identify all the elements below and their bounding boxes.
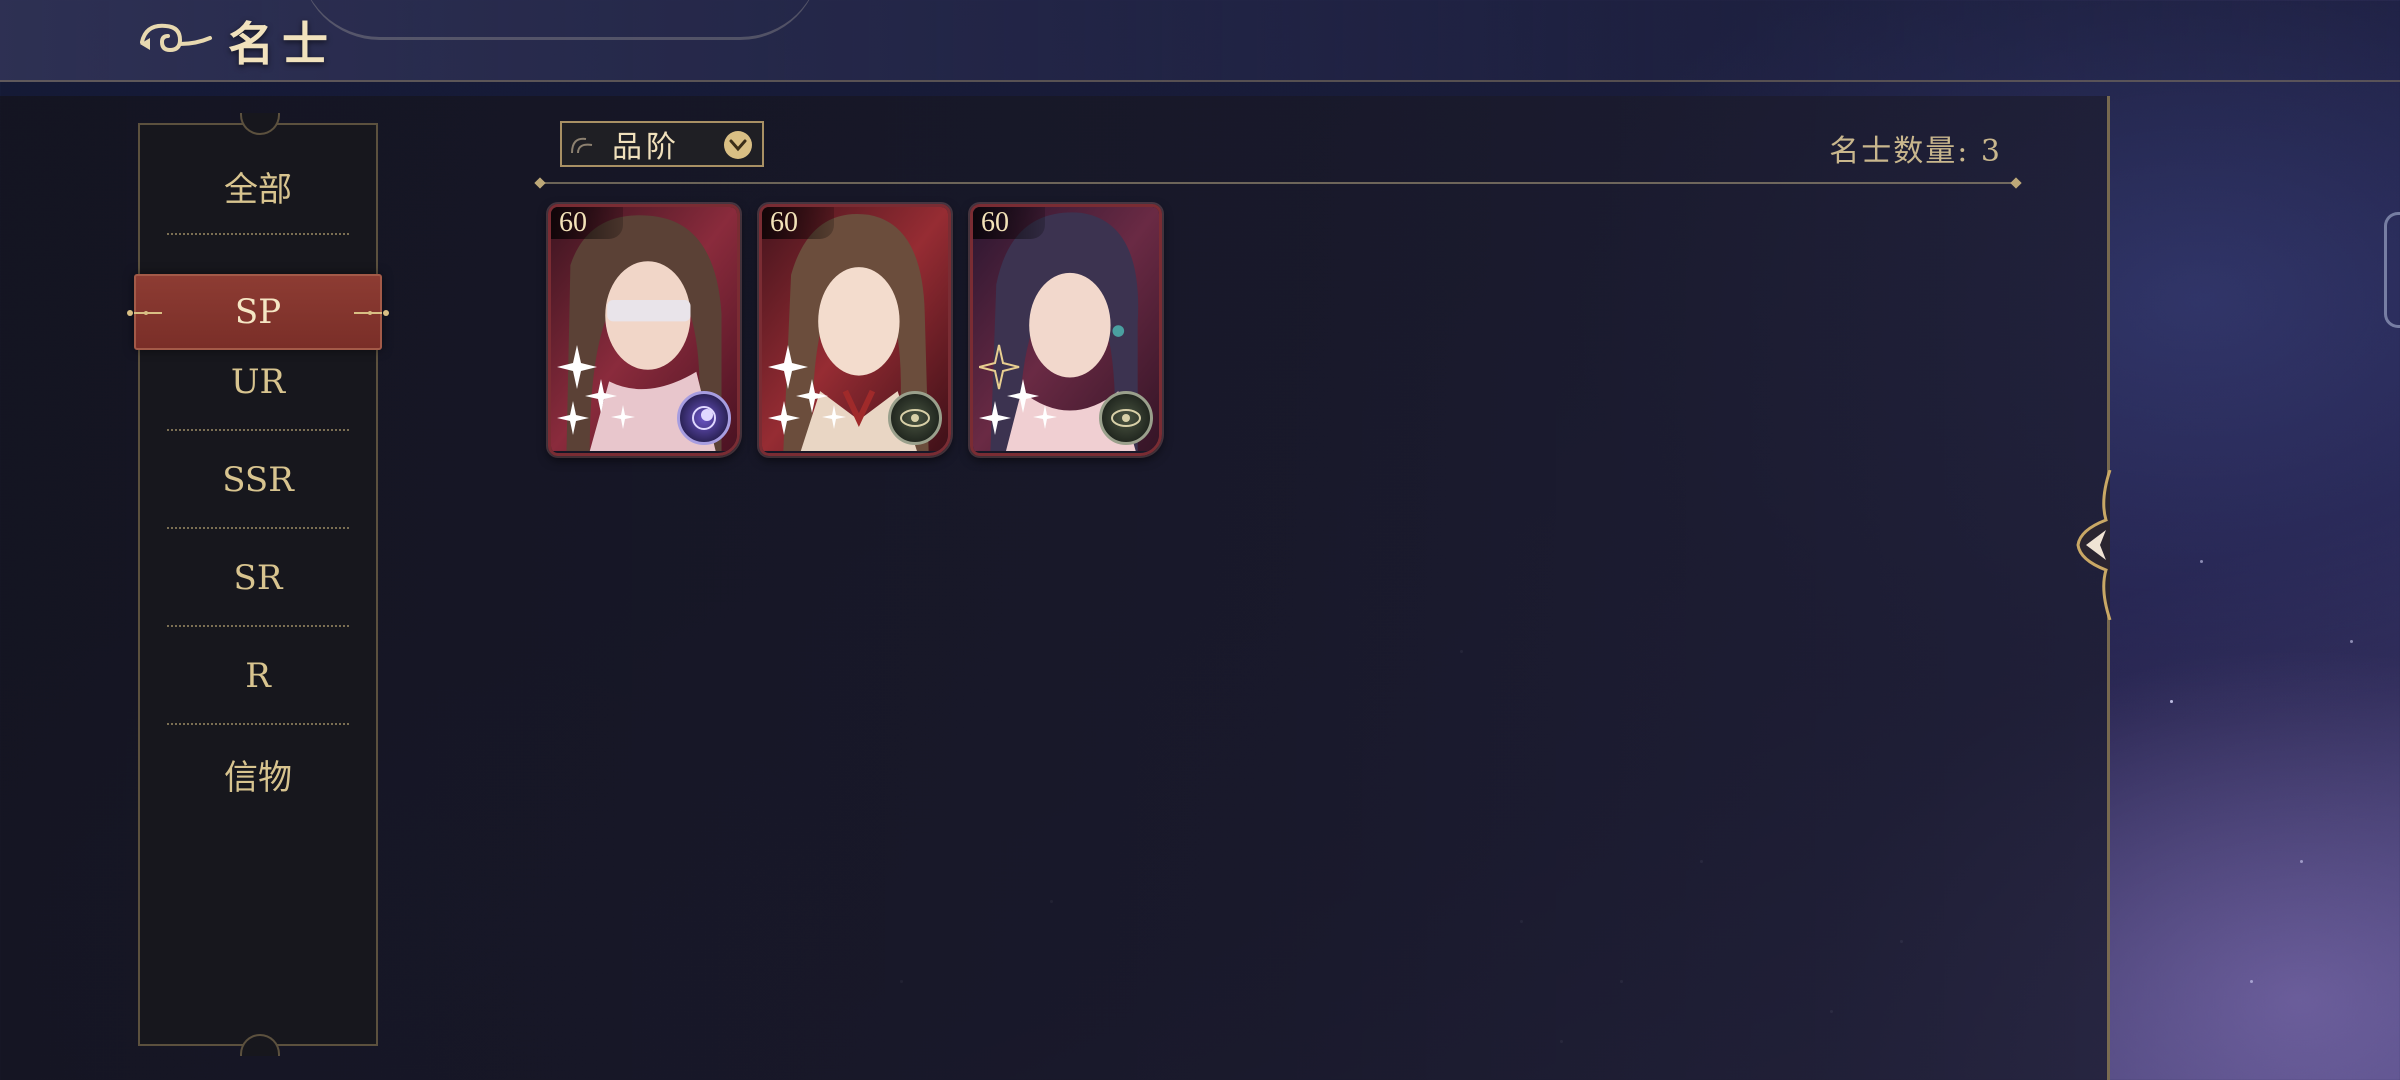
sidebar-top-notch	[240, 113, 280, 135]
eye-sigil-icon	[888, 391, 942, 445]
card-level: 60	[973, 207, 1045, 239]
sidebar-item-ssr[interactable]: SSR	[140, 431, 376, 529]
sidebar-item-label: R	[245, 656, 271, 696]
character-card[interactable]: 60	[759, 204, 951, 456]
ornament-icon	[127, 310, 162, 316]
swirl-icon	[571, 137, 593, 154]
sidebar-item-label: SR	[233, 558, 283, 598]
header-decoration	[300, 0, 820, 40]
sparkle-stars-icon	[557, 345, 635, 435]
sidebar-item-label: 全部	[224, 169, 292, 210]
ornament-icon	[354, 310, 389, 316]
rarity-sidebar: 全部 SP UR SSR SR R 信物	[127, 113, 389, 1056]
sparkle-stars-icon	[768, 345, 846, 435]
card-level: 60	[762, 207, 834, 239]
page-title: 名士	[228, 17, 336, 71]
sidebar-item-label: 信物	[224, 757, 292, 798]
sidebar-item-label: SP	[234, 292, 282, 332]
sidebar-item-token[interactable]: 信物	[140, 725, 376, 823]
sidebar-bottom-notch	[240, 1034, 280, 1056]
filter-label: 品阶	[612, 130, 680, 165]
eye-sigil-icon	[1099, 391, 1153, 445]
sidebar-item-all[interactable]: 全部	[140, 137, 376, 235]
character-card[interactable]: 60	[970, 204, 1162, 456]
sidebar-divider	[167, 233, 349, 235]
edge-tab[interactable]	[2384, 212, 2400, 328]
sidebar-item-label: UR	[230, 362, 286, 402]
chevron-down-icon	[724, 131, 752, 159]
sidebar-item-ur[interactable]: UR	[140, 333, 376, 431]
top-header: 名士	[0, 0, 2400, 82]
sidebar-item-sr[interactable]: SR	[140, 529, 376, 627]
collapse-arrow-icon[interactable]	[2070, 470, 2124, 620]
sidebar-item-label: SSR	[222, 460, 294, 500]
header-divider	[540, 182, 2016, 184]
sidebar-item-r[interactable]: R	[140, 627, 376, 725]
character-count: 名士数量: 3	[1829, 134, 2002, 169]
card-level: 60	[551, 207, 623, 239]
character-card[interactable]: 60	[548, 204, 740, 456]
sparkle-stars-icon	[979, 344, 1057, 435]
rank-filter-dropdown[interactable]: 品阶	[560, 121, 764, 167]
moon-orb-icon	[677, 391, 731, 445]
back-cloud-icon[interactable]	[136, 14, 216, 66]
